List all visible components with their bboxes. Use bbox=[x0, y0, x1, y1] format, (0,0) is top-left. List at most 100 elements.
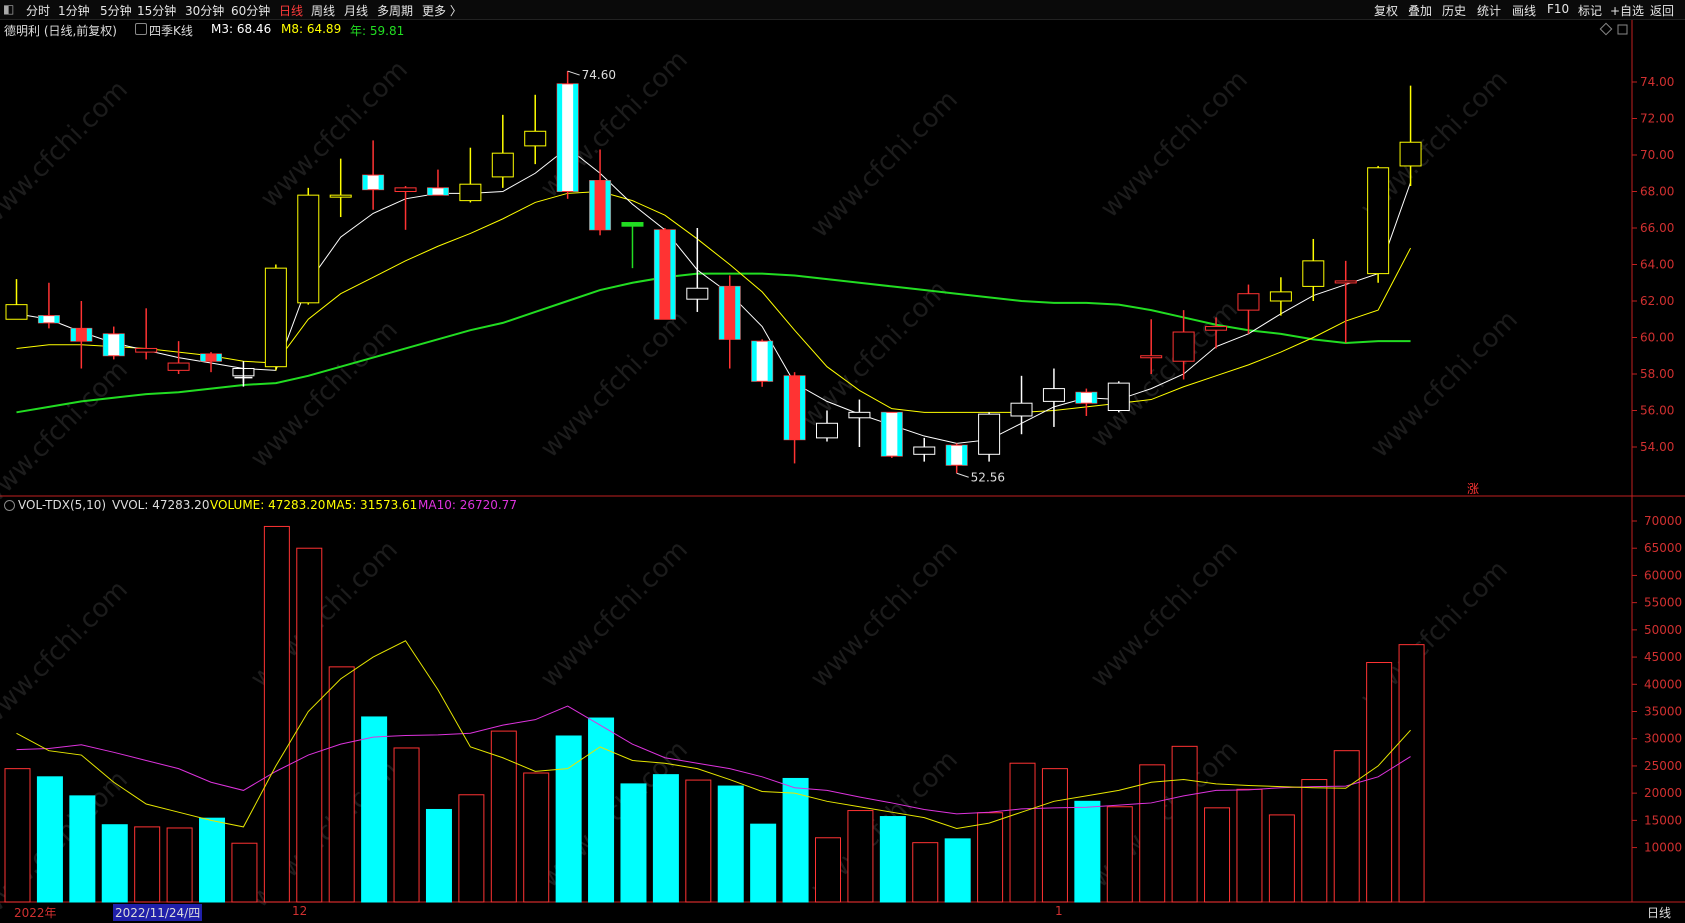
draw-button[interactable]: 画线 bbox=[1512, 2, 1536, 19]
candle-shade bbox=[119, 333, 125, 356]
volume-bar bbox=[1009, 762, 1036, 903]
candle-shade bbox=[443, 187, 449, 196]
zhang-marker: 涨 bbox=[1467, 481, 1479, 496]
candle-shade bbox=[962, 445, 968, 466]
period-toolbar: ◧ 分时 1分钟 5分钟 15分钟 30分钟 60分钟 日线 周线 月线 多周期… bbox=[0, 0, 1685, 20]
period-label[interactable]: 日线 bbox=[1647, 904, 1671, 921]
watermark-text: www.cfchi.com bbox=[0, 355, 134, 514]
price-tick-label: 60.00 bbox=[1640, 331, 1674, 345]
volume-tick-label: 10000 bbox=[1644, 841, 1682, 855]
candle-body bbox=[880, 411, 903, 457]
m8-line-path bbox=[16, 190, 1412, 413]
footer-year: 2022年 bbox=[14, 906, 57, 920]
candle-body bbox=[135, 347, 158, 353]
tab-1min[interactable]: 1分钟 bbox=[58, 2, 90, 19]
volume-bar bbox=[425, 808, 452, 903]
ma10-value: MA10: 26720.77 bbox=[418, 498, 517, 512]
f10-button[interactable]: F10 bbox=[1547, 2, 1569, 16]
volume-bar bbox=[1074, 800, 1101, 903]
stock-name[interactable]: 德明利 (日线,前复权) bbox=[4, 22, 117, 39]
candle-shade bbox=[362, 175, 368, 190]
watermark-text: www.cfchi.com bbox=[535, 535, 694, 694]
candle-body bbox=[1367, 167, 1390, 275]
candle-body bbox=[297, 194, 320, 304]
volume-bar bbox=[490, 730, 517, 903]
watermark-text: www.cfchi.com bbox=[1085, 535, 1244, 694]
watermark-text: www.cfchi.com bbox=[0, 765, 134, 923]
volume-bar bbox=[263, 525, 290, 903]
candle-body bbox=[264, 267, 287, 368]
vol-toggle-icon[interactable] bbox=[4, 500, 15, 511]
tab-daily[interactable]: 日线 bbox=[279, 2, 303, 19]
candle-shade bbox=[103, 333, 109, 356]
price-tick-label: 64.00 bbox=[1640, 258, 1674, 272]
candle-body bbox=[394, 187, 417, 193]
add-watchlist-button[interactable]: +自选 bbox=[1610, 2, 1644, 19]
candle-body bbox=[1237, 293, 1260, 311]
tab-weekly[interactable]: 周线 bbox=[311, 2, 335, 19]
tab-monthly[interactable]: 月线 bbox=[344, 2, 368, 19]
candle-body bbox=[1302, 260, 1325, 287]
candle-body bbox=[1042, 388, 1065, 402]
back-button[interactable]: 返回 bbox=[1650, 2, 1674, 19]
window-menu-icon[interactable]: ◧ bbox=[3, 2, 14, 16]
candle-body bbox=[232, 368, 255, 377]
tab-more[interactable]: 更多 〉 bbox=[422, 2, 462, 19]
tab-30min[interactable]: 30分钟 bbox=[185, 2, 224, 19]
date-axis-footer: 2022年 2022/11/24/四 12 1 日线 bbox=[0, 902, 1685, 923]
volume-tick-label: 30000 bbox=[1644, 732, 1682, 746]
volume-bar bbox=[815, 837, 841, 903]
candle-shade bbox=[86, 328, 92, 342]
candle-body bbox=[751, 340, 774, 382]
watermark-layer: www.cfchi.com www.cfchi.com www.cfchi.com w… bbox=[0, 45, 1524, 923]
candle-shade bbox=[1075, 392, 1081, 404]
candle-shade bbox=[800, 375, 806, 440]
candle-body bbox=[783, 375, 806, 441]
window-restore-icon bbox=[1617, 24, 1628, 35]
candle-body bbox=[718, 285, 741, 340]
price-tick-label: 70.00 bbox=[1640, 148, 1674, 162]
history-button[interactable]: 历史 bbox=[1442, 2, 1466, 19]
indicator-toggle-icon[interactable] bbox=[135, 23, 147, 35]
candle-shade bbox=[735, 286, 741, 340]
fuquan-button[interactable]: 复权 bbox=[1374, 2, 1398, 19]
volume-bar bbox=[523, 772, 550, 903]
watermark-text: www.cfchi.com bbox=[1365, 305, 1524, 464]
ma5-value: MA5: 31573.61 bbox=[326, 498, 418, 512]
volume-bar bbox=[685, 779, 712, 903]
price-tick-label: 54.00 bbox=[1640, 440, 1674, 454]
volume-bar bbox=[231, 842, 258, 903]
watermark-text: www.cfchi.com bbox=[535, 45, 694, 204]
chart-frame bbox=[0, 20, 1685, 903]
candle-body bbox=[5, 304, 28, 320]
tab-multi-period[interactable]: 多周期 bbox=[377, 2, 413, 19]
volume-bar bbox=[458, 794, 485, 903]
candle-body bbox=[37, 315, 60, 324]
candle-shade bbox=[38, 315, 44, 323]
volume-tick-label: 50000 bbox=[1644, 623, 1682, 637]
m8-line bbox=[16, 190, 1412, 413]
mark-button[interactable]: 标记 bbox=[1578, 2, 1602, 19]
volume-tick-label: 20000 bbox=[1644, 786, 1682, 800]
volume-bar bbox=[199, 817, 226, 903]
candle-body bbox=[686, 287, 709, 300]
watermark-text: www.cfchi.com bbox=[805, 85, 964, 244]
tab-15min[interactable]: 15分钟 bbox=[137, 2, 176, 19]
overlay-button[interactable]: 叠加 bbox=[1408, 2, 1432, 19]
chart-canvas[interactable]: www.cfchi.com www.cfchi.com www.cfchi.com w… bbox=[0, 0, 1685, 923]
tab-5min[interactable]: 5分钟 bbox=[100, 2, 132, 19]
candle-shade bbox=[605, 180, 611, 230]
volume-tick-label: 70000 bbox=[1644, 514, 1682, 528]
indicator-name[interactable]: 四季K线 bbox=[149, 22, 193, 39]
candle-shade bbox=[54, 315, 60, 323]
stats-button[interactable]: 统计 bbox=[1477, 2, 1501, 19]
candle-shade bbox=[767, 341, 773, 382]
candle-body bbox=[978, 413, 1001, 455]
price-tick-label: 72.00 bbox=[1640, 112, 1674, 126]
candle-body bbox=[621, 222, 644, 227]
vol-indicator-name[interactable]: VOL-TDX(5,10) bbox=[18, 498, 106, 512]
annotations: 74.60 52.56 涨 bbox=[234, 22, 1628, 496]
tab-fenshi[interactable]: 分时 bbox=[26, 2, 50, 19]
volume-bar bbox=[1398, 644, 1425, 903]
tab-60min[interactable]: 60分钟 bbox=[231, 2, 270, 19]
